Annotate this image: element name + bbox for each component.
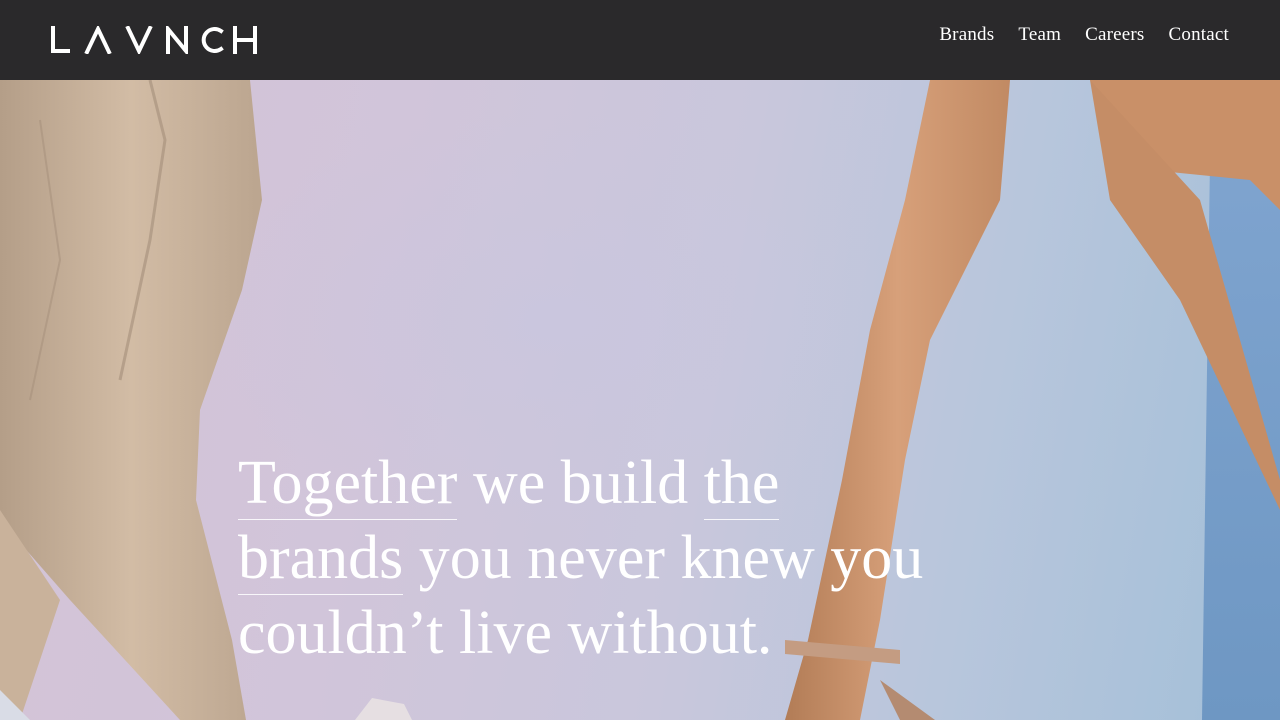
headline-link-together[interactable]: Together bbox=[238, 449, 458, 520]
nav-link-contact[interactable]: Contact bbox=[1169, 24, 1230, 46]
site-header: Brands Team Careers Contact bbox=[0, 0, 1280, 80]
lavnch-logo[interactable] bbox=[50, 26, 260, 54]
nav-link-brands[interactable]: Brands bbox=[939, 24, 994, 46]
headline-text-3: couldn’t live without. bbox=[238, 599, 773, 667]
nav-link-careers[interactable]: Careers bbox=[1085, 24, 1144, 46]
headline-link-the-brands-1[interactable]: the bbox=[703, 449, 780, 520]
nav-link-team[interactable]: Team bbox=[1018, 24, 1061, 46]
main-nav: Brands Team Careers Contact bbox=[939, 24, 1229, 46]
hero-headline: Together we build the brands you never k… bbox=[238, 446, 998, 671]
headline-text-1: we build bbox=[457, 449, 704, 517]
headline-link-the-brands-2[interactable]: brands bbox=[238, 524, 404, 595]
headline-text-2: you never knew you bbox=[403, 524, 924, 592]
hero-section: Together we build the brands you never k… bbox=[0, 80, 1280, 720]
